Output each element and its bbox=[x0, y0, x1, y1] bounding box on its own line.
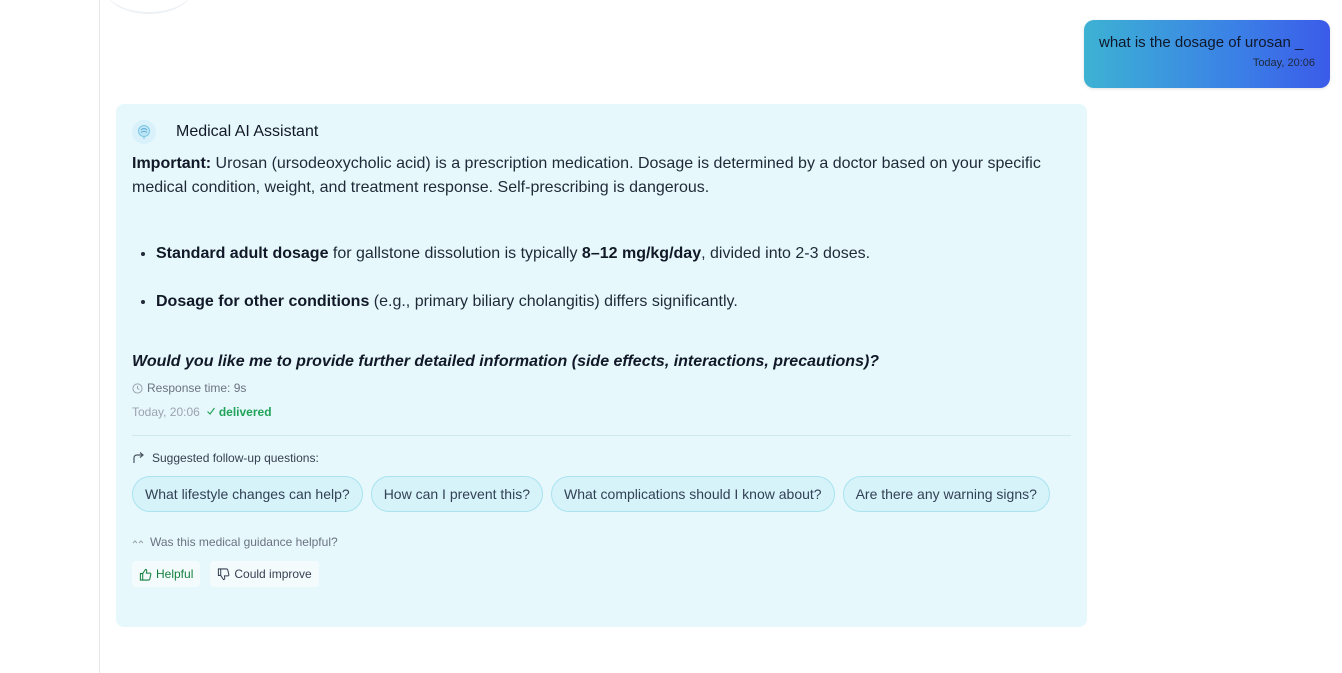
brain-icon bbox=[132, 120, 156, 144]
could-improve-label: Could improve bbox=[234, 567, 312, 581]
suggestion-chip[interactable]: Are there any warning signs? bbox=[842, 476, 1050, 512]
point-bold: Standard adult dosage bbox=[156, 245, 329, 262]
clock-icon bbox=[132, 382, 143, 394]
followup-question: Would you like me to provide further det… bbox=[132, 353, 880, 370]
important-label: Important: bbox=[132, 155, 212, 172]
helpful-label: Helpful bbox=[156, 567, 194, 581]
thumbs-up-icon bbox=[139, 568, 152, 581]
thumbs-down-icon bbox=[217, 567, 230, 581]
divider bbox=[132, 435, 1071, 436]
status-text: delivered bbox=[218, 405, 272, 419]
point-bold: Dosage for other conditions bbox=[156, 293, 370, 310]
assistant-timestamp: Today, 20:06 bbox=[132, 405, 200, 419]
assistant-message-card: Medical AI Assistant Important: Urosan (… bbox=[116, 104, 1087, 627]
point-text: for gallstone dissolution is typically bbox=[328, 245, 582, 262]
response-time: Response time: 9s bbox=[132, 380, 1071, 396]
user-message-text: what is the dosage of urosan _ bbox=[1099, 34, 1304, 51]
check-icon bbox=[206, 405, 216, 419]
message-status-row: Today, 20:06 delivered bbox=[132, 404, 1071, 420]
point-text: (e.g., primary biliary cholangitis) diff… bbox=[369, 293, 738, 310]
list-item: Standard adult dosage for gallstone diss… bbox=[156, 242, 1071, 266]
important-text: Urosan (ursodeoxycholic acid) is a presc… bbox=[132, 155, 1041, 196]
reply-arrow-icon bbox=[132, 452, 145, 464]
suggestion-chip[interactable]: What lifestyle changes can help? bbox=[132, 476, 363, 512]
dosage-list: Standard adult dosage for gallstone diss… bbox=[132, 242, 1071, 314]
assistant-name: Medical AI Assistant bbox=[176, 123, 319, 140]
list-item: Dosage for other conditions (e.g., prima… bbox=[156, 290, 1071, 314]
suggestions-title: Suggested follow-up questions: bbox=[152, 451, 319, 465]
feedback-question: Was this medical guidance helpful? bbox=[132, 534, 1071, 550]
point-dose: 8–12 mg/kg/day bbox=[581, 245, 702, 262]
response-time-text: Response time: 9s bbox=[147, 381, 247, 395]
important-notice: Important: Urosan (ursodeoxycholic acid)… bbox=[132, 152, 1071, 200]
suggestion-chip[interactable]: How can I prevent this? bbox=[370, 476, 543, 512]
user-message-timestamp: Today, 20:06 bbox=[1252, 57, 1315, 69]
status-badge: delivered bbox=[206, 405, 272, 419]
assistant-header: Medical AI Assistant bbox=[132, 120, 1071, 144]
suggestion-chip[interactable]: What complications should I know about? bbox=[550, 476, 835, 512]
user-message-bubble: what is the dosage of urosan _ Today, 20… bbox=[1084, 20, 1330, 88]
avatar-ring bbox=[104, 0, 194, 14]
feedback-buttons: Helpful Could improve bbox=[132, 561, 1071, 587]
sparkle-icon bbox=[132, 538, 144, 546]
sidebar-divider bbox=[99, 0, 100, 673]
suggestion-chips: What lifestyle changes can help? How can… bbox=[132, 476, 1071, 512]
could-improve-button[interactable]: Could improve bbox=[210, 561, 319, 587]
feedback-question-text: Was this medical guidance helpful? bbox=[150, 535, 338, 549]
helpful-button[interactable]: Helpful bbox=[132, 561, 201, 587]
point-text-end: , divided into 2-3 doses. bbox=[701, 245, 871, 262]
suggestions-header: Suggested follow-up questions: bbox=[132, 450, 1071, 466]
